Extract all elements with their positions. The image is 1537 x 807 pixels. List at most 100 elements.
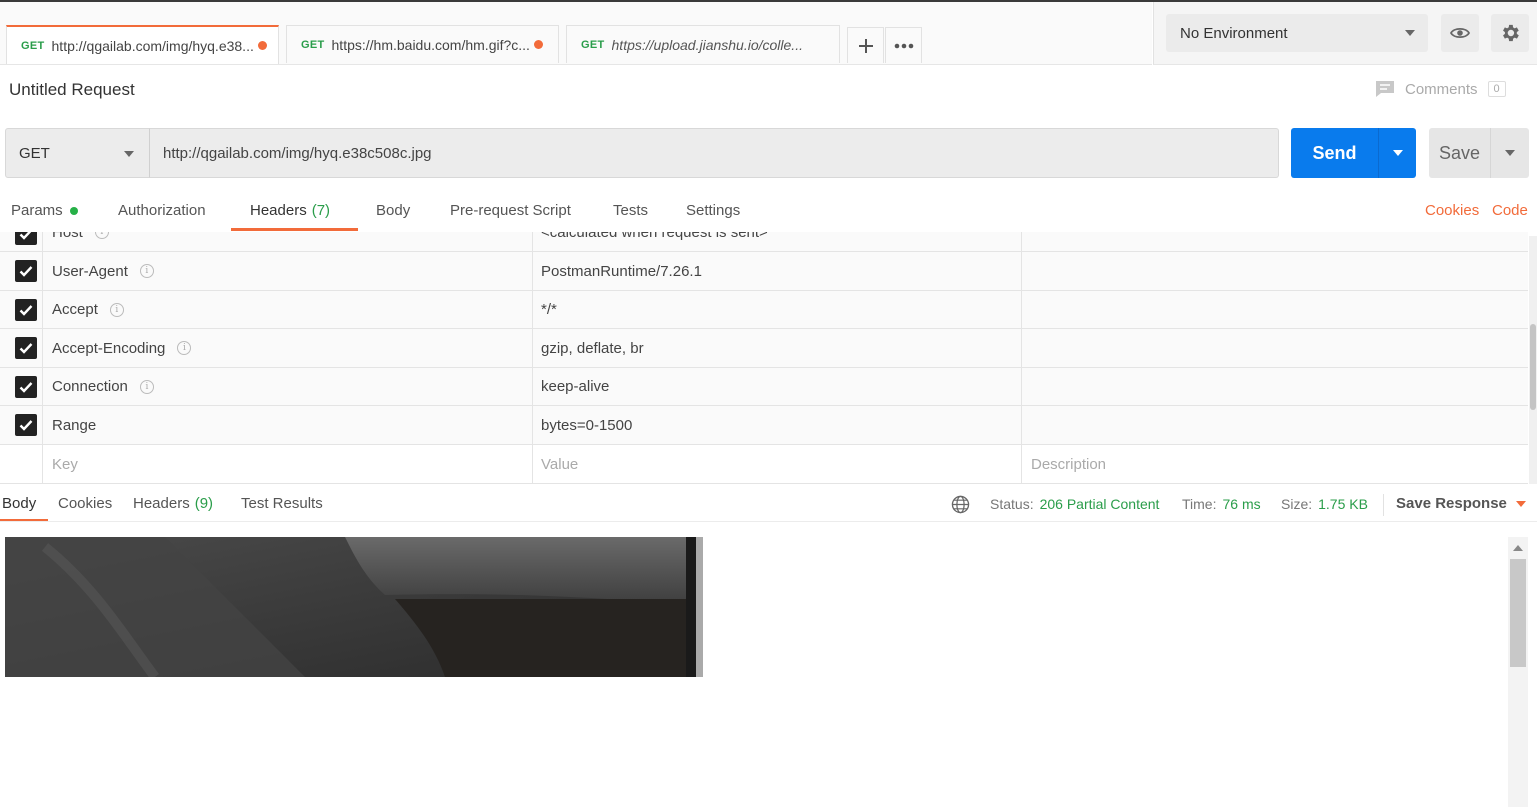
info-icon[interactable]: i (139, 264, 154, 278)
tab-label: Pre-request Script (450, 202, 571, 219)
chevron-down-icon (1405, 30, 1415, 36)
cookies-link[interactable]: Cookies (1425, 202, 1479, 219)
request-tab-2[interactable]: GET https://hm.baidu.com/hm.gif?c... (286, 25, 559, 63)
tab-url: http://qgailab.com/img/hyq.e38... (51, 37, 254, 54)
request-tab-3[interactable]: GET https://upload.jianshu.io/colle... (566, 25, 840, 63)
table-row: Connection i keep-alive (0, 368, 1528, 406)
chevron-down-icon (1515, 500, 1526, 507)
code-link[interactable]: Code (1492, 202, 1528, 219)
send-button[interactable]: Send (1291, 128, 1416, 178)
tab-url: https://upload.jianshu.io/colle... (611, 36, 803, 53)
tab-params[interactable]: Params (11, 202, 78, 219)
response-tab-headers[interactable]: Headers (9) (133, 495, 213, 512)
header-value[interactable]: bytes=0-1500 (541, 406, 632, 444)
new-tab-button[interactable] (847, 27, 884, 63)
new-key-input[interactable]: Key (52, 445, 78, 483)
chevron-down-icon (1505, 150, 1515, 156)
status-label: Status: (990, 496, 1034, 512)
response-time: Time: 76 ms (1182, 496, 1261, 512)
tab-body[interactable]: Body (376, 202, 410, 219)
method-select[interactable]: GET (5, 128, 150, 178)
check-icon (19, 305, 33, 316)
tab-options-button[interactable] (885, 27, 922, 63)
response-status: Status: 206 Partial Content (990, 496, 1159, 512)
tab-settings[interactable]: Settings (686, 202, 740, 219)
tab-tests[interactable]: Tests (613, 202, 648, 219)
code-link-label: Code (1492, 202, 1528, 219)
row-checkbox[interactable] (15, 299, 37, 321)
gear-icon (1503, 24, 1519, 42)
response-scrollbar[interactable] (1508, 537, 1528, 807)
status-value[interactable]: 206 Partial Content (1040, 496, 1160, 512)
request-title[interactable]: Untitled Request (9, 80, 135, 100)
scrollbar-thumb[interactable] (1510, 559, 1526, 667)
save-button[interactable]: Save (1429, 128, 1529, 178)
row-checkbox[interactable] (15, 232, 37, 245)
header-value[interactable]: PostmanRuntime/7.26.1 (541, 252, 702, 290)
response-tab-body[interactable]: Body (2, 495, 36, 512)
row-checkbox[interactable] (15, 337, 37, 359)
active-tab-underline (231, 228, 358, 231)
tab-label: Body (2, 495, 37, 512)
request-tab-1[interactable]: GET http://qgailab.com/img/hyq.e38... (6, 25, 279, 64)
send-options-dropdown[interactable] (1379, 150, 1416, 156)
environment-quick-look-button[interactable] (1441, 14, 1479, 52)
headers-scrollbar[interactable] (1529, 236, 1537, 484)
comments-label: Comments (1405, 80, 1478, 98)
tab-label: Body (376, 202, 411, 219)
header-key[interactable]: Connection i (52, 368, 154, 405)
row-checkbox[interactable] (15, 376, 37, 398)
save-options-dropdown[interactable] (1491, 150, 1529, 156)
header-value[interactable]: gzip, deflate, br (541, 329, 644, 367)
info-icon[interactable]: i (94, 232, 109, 239)
scroll-up-icon[interactable] (1513, 545, 1523, 551)
header-key[interactable]: Accept i (52, 291, 124, 328)
response-tab-cookies[interactable]: Cookies (58, 495, 112, 512)
response-size: Size: 1.75 KB (1281, 496, 1368, 512)
response-image-preview (5, 537, 703, 677)
header-key[interactable]: Host i (52, 232, 109, 251)
scrollbar-thumb[interactable] (1530, 324, 1536, 410)
new-value-input[interactable]: Value (541, 445, 578, 483)
header-value[interactable]: <calculated when request is sent> (541, 232, 768, 251)
settings-button[interactable] (1491, 14, 1529, 52)
params-active-dot-icon (69, 206, 78, 215)
row-checkbox[interactable] (15, 260, 37, 282)
header-key[interactable]: User-Agent i (52, 252, 154, 290)
response-tab-test-results[interactable]: Test Results (241, 495, 323, 512)
tab-prerequest-script[interactable]: Pre-request Script (450, 202, 571, 219)
row-checkbox[interactable] (15, 414, 37, 436)
size-value[interactable]: 1.75 KB (1318, 496, 1368, 512)
unsaved-dot-icon (257, 41, 267, 50)
time-value[interactable]: 76 ms (1222, 496, 1260, 512)
header-value[interactable]: keep-alive (541, 368, 609, 405)
tab-label: Test Results (241, 495, 323, 512)
new-description-input[interactable]: Description (1031, 445, 1106, 483)
comments-button[interactable]: Comments 0 (1375, 80, 1506, 98)
header-key[interactable]: Accept-Encoding i (52, 329, 192, 367)
tab-method: GET (21, 39, 45, 52)
header-key[interactable]: Range (52, 406, 96, 444)
tab-label: Authorization (118, 202, 206, 219)
tab-method: GET (581, 38, 605, 51)
table-row: Host i <calculated when request is sent> (0, 232, 1528, 252)
size-label: Size: (1281, 496, 1313, 512)
table-row: Range bytes=0-1500 (0, 406, 1528, 445)
url-value: http://qgailab.com/img/hyq.e38c508c.jpg (163, 144, 432, 162)
save-response-button[interactable]: Save Response (1396, 495, 1526, 512)
check-icon (19, 382, 33, 393)
eye-icon (1450, 27, 1470, 39)
environment-selector[interactable]: No Environment (1166, 14, 1428, 52)
save-label: Save (1438, 142, 1481, 163)
tab-headers[interactable]: Headers (7) (250, 202, 330, 219)
globe-icon[interactable] (951, 495, 970, 517)
info-icon[interactable]: i (177, 341, 192, 355)
info-icon[interactable]: i (139, 379, 154, 394)
url-input[interactable]: http://qgailab.com/img/hyq.e38c508c.jpg (149, 128, 1279, 178)
info-icon[interactable]: i (109, 302, 124, 317)
tab-authorization[interactable]: Authorization (118, 202, 206, 219)
header-value[interactable]: */* (541, 291, 557, 328)
check-icon (19, 343, 33, 354)
headers-table: Host i <calculated when request is sent> … (0, 232, 1528, 484)
comment-icon (1376, 81, 1394, 97)
